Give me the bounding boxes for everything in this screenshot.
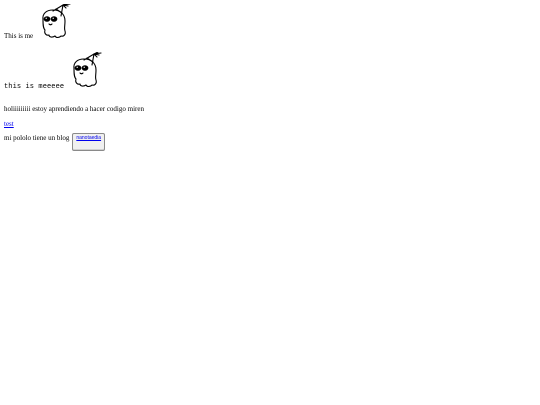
ghost-party-hat-icon [37, 4, 81, 42]
blog-button-link[interactable]: nanotaedia [76, 135, 101, 141]
blog-button[interactable]: nanotaedia [72, 133, 106, 151]
blog-line: mi pololo tiene un blog nanotaedia [4, 133, 106, 151]
test-link-line: test [4, 120, 14, 128]
ghost-party-hat-icon [68, 52, 112, 92]
intro-row: This is me [4, 4, 81, 42]
blog-text: mi pololo tiene un blog [4, 134, 70, 142]
page: This is me this is meeeee holiiiiiiiii e… [0, 0, 540, 405]
intro-mono-row: this is meeeee [4, 52, 112, 92]
intro-mono-label: this is meeeee [4, 82, 65, 91]
intro-paragraph: holiiiiiiiii estoy aprendiendo a hacer c… [4, 105, 144, 113]
test-link[interactable]: test [4, 120, 14, 128]
intro-label: This is me [4, 31, 34, 40]
